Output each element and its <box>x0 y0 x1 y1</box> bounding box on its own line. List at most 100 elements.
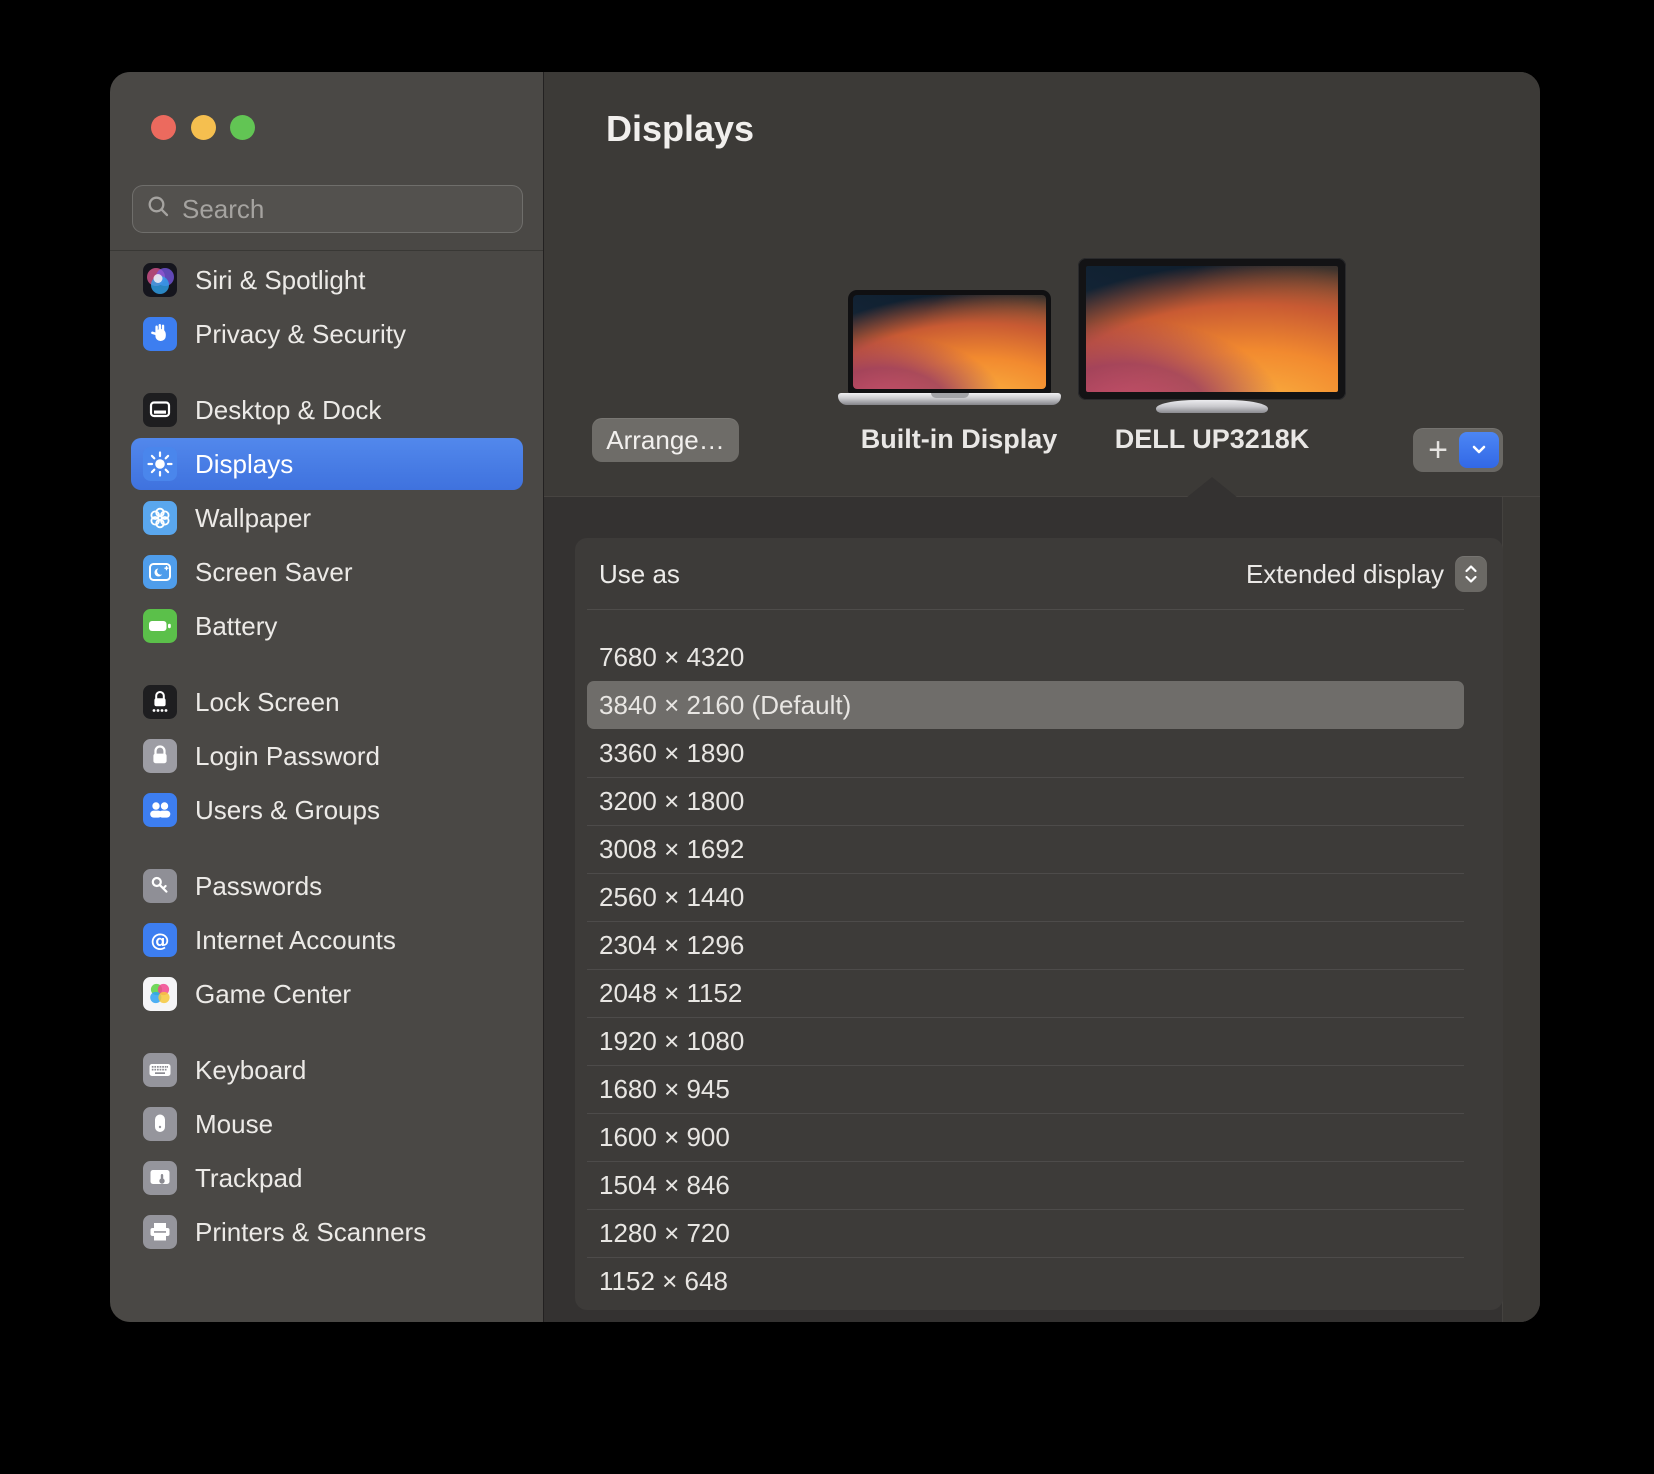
resolution-label: 2048 × 1152 <box>599 977 743 1008</box>
resolution-option[interactable]: 1504 × 846 <box>587 1161 1464 1209</box>
trackpad-icon <box>143 1161 177 1195</box>
add-display-button[interactable]: + <box>1413 428 1463 472</box>
resolution-label: 1680 × 945 <box>599 1073 730 1104</box>
sidebar-item-label: Privacy & Security <box>195 318 406 349</box>
sidebar-item-users-groups[interactable]: Users & Groups <box>131 784 523 836</box>
laptop-screen <box>848 290 1051 393</box>
sidebar-item-label: Battery <box>195 610 278 641</box>
main-pane: Displays Arrange… Built-in Display DELL … <box>543 72 1540 1322</box>
system-settings-window: Search Siri & Spotlight Privacy & Securi… <box>110 72 1540 1322</box>
resolution-label: 2560 × 1440 <box>599 881 745 912</box>
resolution-option[interactable]: 3360 × 1890 <box>587 729 1464 777</box>
sidebar-item-privacy-security[interactable]: Privacy & Security <box>131 308 523 360</box>
sidebar-item-wallpaper[interactable]: Wallpaper <box>131 492 523 544</box>
sidebar-item-label: Mouse <box>195 1108 274 1139</box>
resolution-label: 1280 × 720 <box>599 1217 730 1248</box>
sidebar-item-siri-spotlight[interactable]: Siri & Spotlight <box>131 254 523 306</box>
siri-icon <box>143 263 177 297</box>
use-as-popup-button[interactable]: Extended display <box>1246 556 1487 592</box>
search-placeholder: Search <box>182 193 265 224</box>
sidebar-item-displays[interactable]: Displays <box>131 438 523 490</box>
sidebar-item-internet-accounts[interactable]: @ Internet Accounts <box>131 914 523 966</box>
selected-display-callout-pointer <box>1186 477 1238 498</box>
resolution-option[interactable]: 1920 × 1080 <box>587 1017 1464 1065</box>
sidebar-item-label: Desktop & Dock <box>195 394 382 425</box>
resolution-option[interactable]: 1152 × 648 <box>587 1257 1464 1305</box>
resolution-option-selected[interactable]: 3840 × 2160 (Default) <box>587 681 1464 729</box>
lock-screen-icon <box>143 685 177 719</box>
search-field[interactable]: Search <box>132 185 523 233</box>
displays-header: Displays Arrange… Built-in Display DELL … <box>544 72 1540 498</box>
resolution-label: 3008 × 1692 <box>599 833 745 864</box>
resolution-label: 1152 × 648 <box>599 1265 728 1296</box>
sidebar-item-label: Users & Groups <box>195 794 380 825</box>
resolution-option[interactable]: 2048 × 1152 <box>587 969 1464 1017</box>
displays-icon <box>143 447 177 481</box>
resolution-label: 1504 × 846 <box>599 1169 730 1200</box>
resolution-option[interactable]: 7680 × 4320 <box>587 633 1464 681</box>
mouse-icon <box>143 1107 177 1141</box>
window-controls <box>151 115 255 140</box>
resolution-list: 7680 × 4320 3840 × 2160 (Default) 3360 ×… <box>575 633 1503 1305</box>
sidebar-item-label: Login Password <box>195 740 380 771</box>
keyboard-icon <box>143 1053 177 1087</box>
resolution-label: 1600 × 900 <box>599 1121 730 1152</box>
resolution-option[interactable]: 3008 × 1692 <box>587 825 1464 873</box>
use-as-label: Use as <box>599 558 680 589</box>
resolution-label: 1920 × 1080 <box>599 1025 745 1056</box>
sidebar-item-label: Game Center <box>195 978 352 1009</box>
screen-saver-icon <box>143 555 177 589</box>
sidebar-item-label: Displays <box>195 448 294 479</box>
stepper-icon <box>1455 556 1487 592</box>
sidebar-item-battery[interactable]: Battery <box>131 600 523 652</box>
sidebar-item-passwords[interactable]: Passwords <box>131 860 523 912</box>
resolution-option[interactable]: 1280 × 720 <box>587 1209 1464 1257</box>
sidebar-item-trackpad[interactable]: Trackpad <box>131 1152 523 1204</box>
sidebar-item-game-center[interactable]: Game Center <box>131 968 523 1020</box>
display-settings-panel: Use as Extended display 7680 × 4320 3840… <box>575 538 1503 1310</box>
sidebar-item-label: Wallpaper <box>195 502 312 533</box>
sidebar-item-lock-screen[interactable]: Lock Screen <box>131 676 523 728</box>
sidebar-item-keyboard[interactable]: Keyboard <box>131 1044 523 1096</box>
resolution-label: 3360 × 1890 <box>599 737 745 768</box>
passwords-icon <box>143 869 177 903</box>
resolution-option[interactable]: 3200 × 1800 <box>587 777 1464 825</box>
sidebar-item-login-password[interactable]: Login Password <box>131 730 523 782</box>
game-center-icon <box>143 977 177 1011</box>
arrange-button[interactable]: Arrange… <box>592 418 739 462</box>
scrollbar-gutter[interactable] <box>1502 497 1540 1322</box>
resolution-option[interactable]: 1680 × 945 <box>587 1065 1464 1113</box>
search-icon <box>146 194 172 225</box>
sidebar-item-printers-scanners[interactable]: Printers & Scanners <box>131 1206 523 1258</box>
sidebar-item-desktop-dock[interactable]: Desktop & Dock <box>131 384 523 436</box>
sidebar-item-screen-saver[interactable]: Screen Saver <box>131 546 523 598</box>
sidebar-item-label: Keyboard <box>195 1054 307 1085</box>
printers-scanners-icon <box>143 1215 177 1249</box>
chevron-down-icon <box>1468 438 1490 463</box>
sidebar-item-mouse[interactable]: Mouse <box>131 1098 523 1150</box>
resolution-label: 3840 × 2160 (Default) <box>599 689 852 720</box>
sidebar-item-label: Internet Accounts <box>195 924 396 955</box>
resolution-option[interactable]: 2304 × 1296 <box>587 921 1464 969</box>
minimize-window-button[interactable] <box>190 115 216 140</box>
internet-accounts-icon: @ <box>143 923 177 957</box>
resolution-option[interactable]: 2560 × 1440 <box>587 873 1464 921</box>
sidebar-item-label: Screen Saver <box>195 556 353 587</box>
resolution-option[interactable]: 1600 × 900 <box>587 1113 1464 1161</box>
sidebar-item-label: Passwords <box>195 870 323 901</box>
resolution-label: 3200 × 1800 <box>599 785 745 816</box>
add-display-menu-button[interactable] <box>1459 432 1499 468</box>
resolution-label: 2304 × 1296 <box>599 929 745 960</box>
svg-text:@: @ <box>151 930 170 952</box>
login-password-icon <box>143 739 177 773</box>
sidebar: Search Siri & Spotlight Privacy & Securi… <box>110 72 543 1322</box>
sidebar-item-label: Printers & Scanners <box>195 1216 427 1247</box>
battery-icon <box>143 609 177 643</box>
close-window-button[interactable] <box>151 115 176 140</box>
zoom-window-button[interactable] <box>230 115 255 140</box>
built-in-display-thumbnail[interactable] <box>838 290 1061 405</box>
external-display-thumbnail[interactable] <box>1078 258 1346 413</box>
sidebar-item-label: Siri & Spotlight <box>195 264 366 295</box>
laptop-base <box>838 393 1061 405</box>
monitor-bezel <box>1078 258 1346 400</box>
